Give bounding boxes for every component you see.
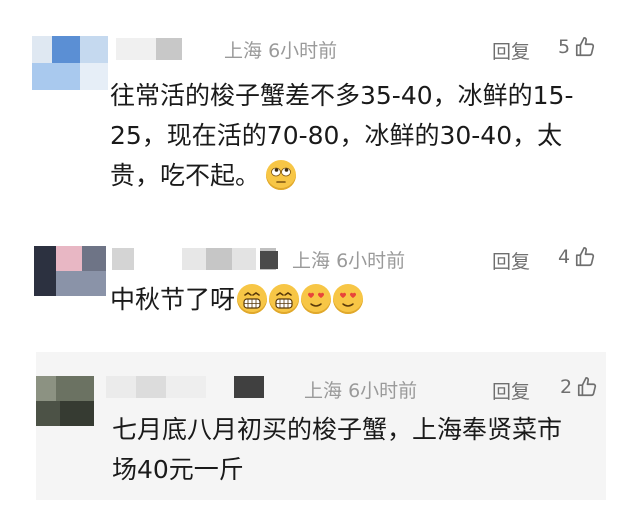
heart-eyes-emoji [301,284,332,314]
avatar[interactable] [36,376,94,426]
comment-meta: 上海 6小时前 [260,246,405,273]
reply-button[interactable]: 回复 [492,37,530,64]
comment-text: 往常活的梭子蟹差不多35-40，冰鲜的15- 25，现在活的70-80，冰鲜的3… [110,76,573,196]
thumbs-up-icon [576,37,595,57]
thumbs-up-icon [578,377,597,397]
comment-meta: 上海 6小时前 [304,376,417,403]
like-button[interactable]: 2 [560,376,598,398]
comment-text: 中秋节了呀 [110,280,365,320]
thumbs-up-icon [576,247,595,267]
comment-location: 上海 [224,40,263,62]
rolling-eyes-emoji [266,160,297,190]
comment-text-line: 七月底八月初买的梭子蟹，上海奉贤菜市 [112,415,563,444]
comment-text-line: 场40元一斤 [112,455,244,484]
grin-emoji [269,284,300,314]
comment-meta: 上海 6小时前 [224,36,337,63]
comment-item: 上海 6小时前 回复 2 七月底八月初买的梭子蟹，上海奉贤菜市 场40元一斤 [0,342,640,507]
reply-button[interactable]: 回复 [492,247,530,274]
comment-text-segment: 贵，吃不起。 [110,161,261,190]
comment-location: 上海 [292,250,331,272]
comment-time: 6小时前 [336,250,406,272]
like-button[interactable]: 5 [558,36,596,58]
status-dot [260,251,278,269]
avatar[interactable] [32,36,108,90]
comment-text-line: 贵，吃不起。 [110,156,573,196]
comment-text: 七月底八月初买的梭子蟹，上海奉贤菜市 场40元一斤 [112,410,562,490]
avatar[interactable] [34,246,106,296]
comment-location: 上海 [304,380,343,402]
comment-time: 6小时前 [348,380,418,402]
like-count: 5 [558,36,571,58]
comment-text-line: 中秋节了呀 [110,280,365,320]
comment-text-line: 往常活的梭子蟹差不多35-40，冰鲜的15- [110,81,574,110]
like-count: 4 [558,246,571,268]
heart-eyes-emoji [333,284,364,314]
comment-text-line: 25，现在活的70-80，冰鲜的30-40，太 [110,121,563,150]
reply-button[interactable]: 回复 [492,377,530,404]
like-count: 2 [560,376,573,398]
grin-emoji [237,284,268,314]
comment-item: 上海 6小时前 回复 4 中秋节了呀 [0,222,640,342]
comment-text-segment: 中秋节了呀 [110,285,236,314]
comment-item: 上海 6小时前 回复 5 往常活的梭子蟹差不多35-40，冰鲜的15- 25，现… [0,0,640,222]
comment-time: 6小时前 [268,40,338,62]
like-button[interactable]: 4 [558,246,596,268]
